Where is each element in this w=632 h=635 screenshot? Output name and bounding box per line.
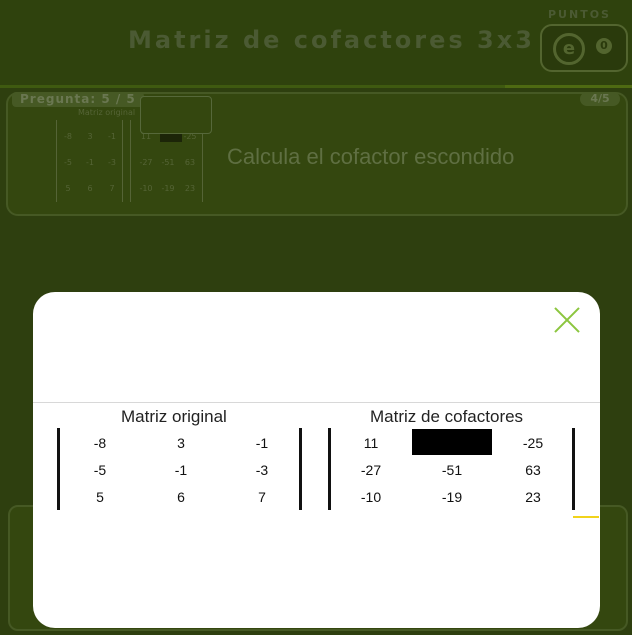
thumb-cell: 5 [65, 184, 71, 193]
thumb-cell: -8 [64, 132, 72, 141]
cofactor-cell: 23 [525, 489, 541, 505]
original-cell: -3 [255, 462, 269, 478]
points-label: PUNTOS [548, 8, 611, 21]
original-cell: -1 [174, 462, 188, 478]
original-cell: -5 [93, 462, 107, 478]
thumb-original-caption: Matriz original [78, 108, 136, 117]
cofactor-cell: -19 [441, 489, 463, 505]
thumb-bar [122, 120, 123, 202]
cofactor-cell: -25 [522, 435, 544, 451]
thumb-cell: 63 [184, 158, 196, 167]
original-matrix-label: Matriz original [121, 407, 227, 426]
original-cell: 3 [177, 435, 185, 451]
cofactor-cell: -27 [360, 462, 382, 478]
thumb-cell: -51 [161, 158, 175, 167]
thumb-bar [56, 120, 57, 202]
thumb-cell: -27 [139, 158, 153, 167]
progress-bar [0, 85, 505, 88]
page-title: Matriz de cofactores 3x3 II [128, 26, 571, 54]
thumb-cell: 3 [87, 132, 93, 141]
original-cell: 5 [96, 489, 104, 505]
score-box: e 0 [540, 24, 628, 72]
question-prompt: Calcula el cofactor escondido [227, 144, 515, 169]
original-matrix-left-bar [57, 428, 60, 510]
thumb-cell: 23 [184, 184, 196, 193]
original-cell: -1 [255, 435, 269, 451]
thumb-bar [130, 120, 131, 202]
thumb-cell: 6 [87, 184, 93, 193]
original-matrix-right-bar [299, 428, 302, 510]
cofactor-matrix-label: Matriz de cofactores [370, 407, 524, 426]
cofactor-cell: 11 [363, 435, 379, 451]
hidden-cofactor-cell [412, 429, 492, 455]
score-value: 0 [596, 38, 612, 54]
question-count-badge: 4/5 [580, 92, 620, 106]
thumb-cell: -10 [139, 184, 153, 193]
thumb-cell: -1 [108, 132, 116, 141]
cofactor-cell: -51 [441, 462, 463, 478]
thumb-cell: -1 [86, 158, 94, 167]
original-cell: -8 [93, 435, 107, 451]
modal-divider [33, 402, 600, 403]
original-cell: 6 [177, 489, 185, 505]
thumb-cell: -19 [161, 184, 175, 193]
matrix-modal: Matriz original Matriz de cofactores -8 … [33, 292, 600, 628]
thumb-cell: 7 [109, 184, 115, 193]
cofactor-matrix-right-bar [572, 428, 575, 510]
thumbnail-tooltip [140, 96, 212, 134]
thumb-cell: -3 [108, 158, 116, 167]
cofactor-matrix-left-bar [328, 428, 331, 510]
highlight-underline [573, 516, 599, 518]
original-cell: 7 [258, 489, 266, 505]
close-icon[interactable] [553, 306, 581, 334]
score-e-icon: e [553, 33, 585, 65]
cofactor-cell: 63 [525, 462, 541, 478]
cofactor-cell: -10 [360, 489, 382, 505]
thumb-cell: -5 [64, 158, 72, 167]
